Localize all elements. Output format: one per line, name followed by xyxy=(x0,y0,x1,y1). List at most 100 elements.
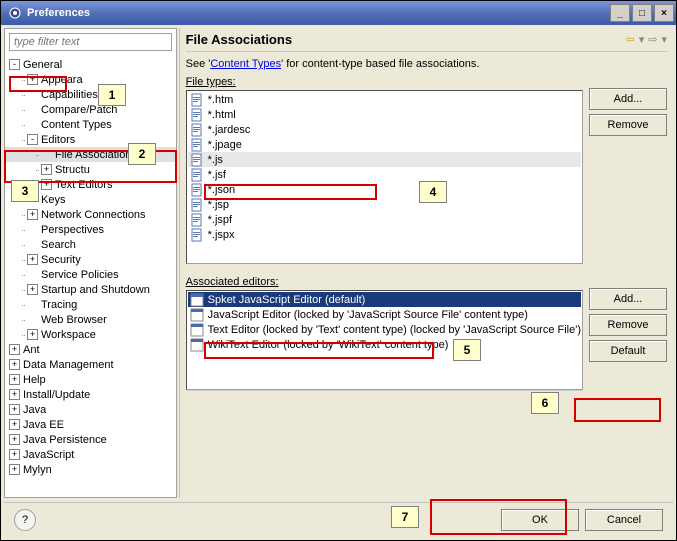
editor-item[interactable]: Spket JavaScript Editor (default) xyxy=(188,292,581,307)
tree-item[interactable]: ··Keys xyxy=(5,192,176,207)
editors-list[interactable]: Spket JavaScript Editor (default)JavaScr… xyxy=(186,290,583,390)
filetypes-remove-button[interactable]: Remove xyxy=(589,114,667,136)
maximize-button[interactable]: □ xyxy=(632,4,652,22)
tree-item-label: Data Management xyxy=(23,359,114,371)
tree-item[interactable]: ··File Associations xyxy=(5,147,176,162)
filetype-label: *.html xyxy=(208,109,236,121)
filetype-item[interactable]: *.jspx xyxy=(188,227,581,242)
tree-item-label: Web Browser xyxy=(41,314,107,326)
filetype-label: *.jspx xyxy=(208,229,235,241)
editor-icon xyxy=(190,308,204,322)
editors-remove-button[interactable]: Remove xyxy=(589,314,667,336)
tree-item[interactable]: ··+Network Connections xyxy=(5,207,176,222)
tree-item[interactable]: ··+Startup and Shutdown xyxy=(5,282,176,297)
file-icon xyxy=(190,123,204,137)
tree-item[interactable]: ··Capabilities xyxy=(5,87,176,102)
filetype-item[interactable]: *.json xyxy=(188,182,581,197)
forward-icon[interactable]: ⇨ xyxy=(648,33,657,46)
tree-item-label: Mylyn xyxy=(23,464,52,476)
tree-item[interactable]: +Java Persistence xyxy=(5,432,176,447)
editor-item[interactable]: WikiText Editor (locked by 'WikiText' co… xyxy=(188,337,581,352)
ok-button[interactable]: OK xyxy=(501,509,579,531)
tree-item[interactable]: ··+Appeara xyxy=(5,72,176,87)
file-icon xyxy=(190,93,204,107)
tree-item-label: Capabilities xyxy=(41,89,98,101)
filetype-item[interactable]: *.jardesc xyxy=(188,122,581,137)
preferences-tree[interactable]: -General··+Appeara··Capabilities··Compar… xyxy=(5,55,176,497)
content-types-link[interactable]: Content Types xyxy=(210,58,281,70)
editors-add-button[interactable]: Add... xyxy=(589,288,667,310)
tree-item[interactable]: +Java EE xyxy=(5,417,176,432)
tree-item-label: Help xyxy=(23,374,46,386)
tree-item[interactable]: ··Service Policies xyxy=(5,267,176,282)
filetype-item[interactable]: *.jspf xyxy=(188,212,581,227)
tree-item[interactable]: ··Web Browser xyxy=(5,312,176,327)
tree-item-label: Structu xyxy=(55,164,90,176)
filetype-item[interactable]: *.jsf xyxy=(188,167,581,182)
filter-input[interactable] xyxy=(9,33,172,51)
editor-label: Text Editor (locked by 'Text' content ty… xyxy=(208,324,581,336)
filetype-label: *.jsp xyxy=(208,199,229,211)
tree-item[interactable]: +Help xyxy=(5,372,176,387)
editor-icon xyxy=(190,323,204,337)
tree-item[interactable]: +Install/Update xyxy=(5,387,176,402)
editor-item[interactable]: Text Editor (locked by 'Text' content ty… xyxy=(188,322,581,337)
dialog-button-bar: ? OK Cancel xyxy=(4,502,673,537)
window-controls: _ □ × xyxy=(610,4,674,22)
tree-item[interactable]: ··+Text Editors xyxy=(5,177,176,192)
preferences-tree-pane: -General··+Appeara··Capabilities··Compar… xyxy=(4,28,177,498)
editor-icon xyxy=(190,293,204,307)
tree-item[interactable]: +JavaScript xyxy=(5,447,176,462)
tree-item[interactable]: +Java xyxy=(5,402,176,417)
tree-item-label: JavaScript xyxy=(23,449,74,461)
tree-item[interactable]: -General xyxy=(5,57,176,72)
file-icon xyxy=(190,108,204,122)
tree-item[interactable]: ··+Structu xyxy=(5,162,176,177)
description: See 'Content Types' for content-type bas… xyxy=(186,58,667,70)
filetype-item[interactable]: *.htm xyxy=(188,92,581,107)
tree-item-label: General xyxy=(23,59,62,71)
filetype-item[interactable]: *.html xyxy=(188,107,581,122)
back-icon[interactable]: ⇦ xyxy=(626,33,635,46)
filetype-item[interactable]: *.jpage xyxy=(188,137,581,152)
tree-item[interactable]: +Data Management xyxy=(5,357,176,372)
filetype-item[interactable]: *.jsp xyxy=(188,197,581,212)
tree-item-label: Appeara xyxy=(41,74,83,86)
tree-item-label: Ant xyxy=(23,344,40,356)
tree-item[interactable]: ··Compare/Patch xyxy=(5,102,176,117)
minimize-button[interactable]: _ xyxy=(610,4,630,22)
filetypes-add-button[interactable]: Add... xyxy=(589,88,667,110)
editor-icon xyxy=(190,338,204,352)
tree-item[interactable]: ··+Security xyxy=(5,252,176,267)
file-icon xyxy=(190,213,204,227)
tree-item[interactable]: ··-Editors xyxy=(5,132,176,147)
tree-item[interactable]: ··Content Types xyxy=(5,117,176,132)
editor-label: Spket JavaScript Editor (default) xyxy=(208,294,366,306)
editors-default-button[interactable]: Default xyxy=(589,340,667,362)
tree-item-label: Java Persistence xyxy=(23,434,107,446)
filetype-item[interactable]: *.js xyxy=(188,152,581,167)
filetypes-list[interactable]: *.htm*.html*.jardesc*.jpage*.js*.jsf*.js… xyxy=(186,90,583,264)
nav-arrows: ⇦ ▾ ⇨ ▾ xyxy=(626,33,668,46)
cancel-button[interactable]: Cancel xyxy=(585,509,663,531)
tree-item[interactable]: +Mylyn xyxy=(5,462,176,477)
file-icon xyxy=(190,183,204,197)
filetype-label: *.jpage xyxy=(208,139,242,151)
close-button[interactable]: × xyxy=(654,4,674,22)
tree-item-label: Keys xyxy=(41,194,65,206)
horizontal-scrollbar[interactable] xyxy=(186,390,583,406)
window-title: Preferences xyxy=(27,7,610,19)
tree-item-label: Security xyxy=(41,254,81,266)
tree-item[interactable]: ··Perspectives xyxy=(5,222,176,237)
tree-item-label: Network Connections xyxy=(41,209,146,221)
tree-item[interactable]: +Ant xyxy=(5,342,176,357)
tree-item[interactable]: ··Search xyxy=(5,237,176,252)
tree-item-label: Startup and Shutdown xyxy=(41,284,150,296)
tree-item[interactable]: ··Tracing xyxy=(5,297,176,312)
help-button[interactable]: ? xyxy=(14,509,36,531)
page-heading: File Associations xyxy=(186,32,626,47)
filetype-label: *.jsf xyxy=(208,169,226,181)
filetype-label: *.jardesc xyxy=(208,124,251,136)
editor-item[interactable]: JavaScript Editor (locked by 'JavaScript… xyxy=(188,307,581,322)
tree-item[interactable]: ··+Workspace xyxy=(5,327,176,342)
